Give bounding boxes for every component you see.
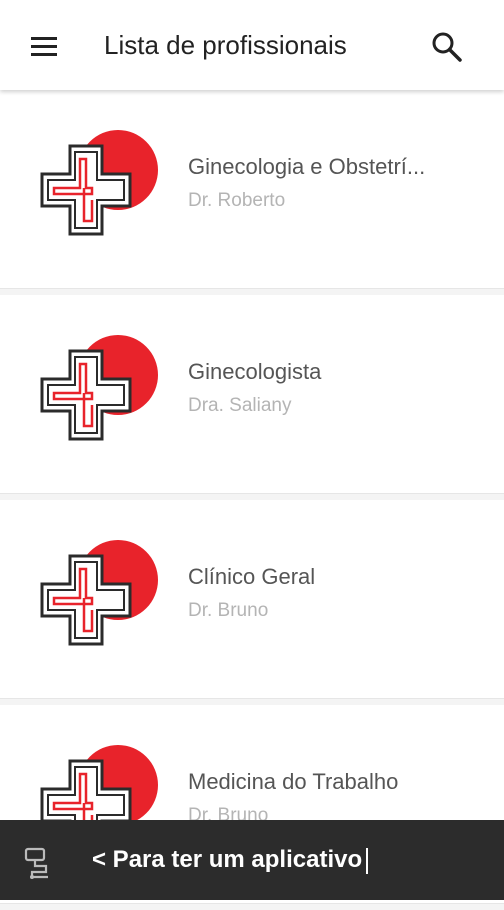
- clinic-logo-icon: [40, 130, 158, 236]
- doctor-name: Dra. Saliany: [188, 395, 292, 416]
- app-bar: Lista de profissionais: [0, 0, 504, 90]
- professional-card[interactable]: Clínico Geral Dr. Bruno: [0, 500, 504, 699]
- specialty-label: Clínico Geral: [188, 564, 316, 589]
- specialty-label: Medicina do Trabalho: [188, 769, 399, 794]
- professionals-list: Ginecologia e Obstetrí... Dr. Roberto Gi…: [0, 90, 504, 910]
- clinic-logo-icon: [40, 335, 158, 441]
- promo-banner[interactable]: < Para ter um aplicativo: [0, 820, 504, 900]
- professional-card[interactable]: Ginecologia e Obstetrí... Dr. Roberto: [0, 90, 504, 289]
- search-icon[interactable]: [428, 28, 466, 66]
- banner-text: < Para ter um aplicativo: [92, 843, 369, 877]
- hamburger-menu-icon[interactable]: [26, 28, 64, 64]
- app-builder-icon: [24, 847, 48, 879]
- doctor-name: Dr. Roberto: [188, 190, 286, 211]
- banner-label: < Para ter um aplicativo: [92, 846, 363, 873]
- specialty-label: Ginecologista: [188, 359, 322, 384]
- clinic-logo-icon: [40, 540, 158, 646]
- text-cursor: [366, 847, 369, 874]
- page-title: Lista de profissionais: [104, 30, 347, 60]
- professional-card[interactable]: Ginecologista Dra. Saliany: [0, 295, 504, 494]
- specialty-label: Ginecologia e Obstetrí...: [188, 154, 426, 179]
- doctor-name: Dr. Bruno: [188, 600, 269, 621]
